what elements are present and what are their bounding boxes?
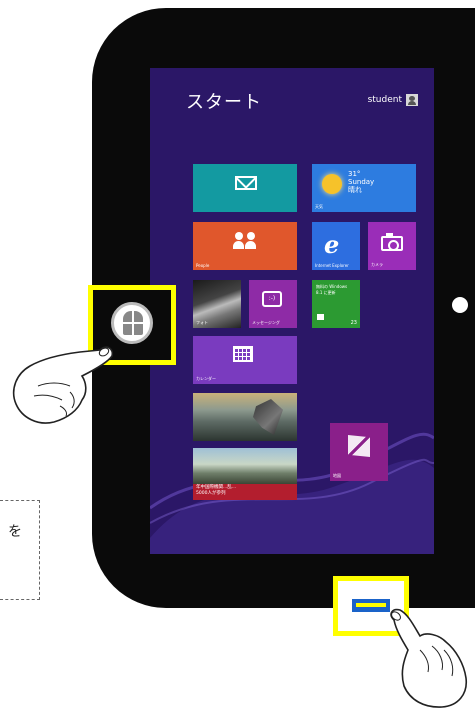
- weather-info: 31° Sunday 晴れ: [348, 170, 374, 194]
- tile-people[interactable]: People: [193, 222, 297, 270]
- camera-dot: [452, 297, 468, 313]
- callout-text: を: [8, 524, 22, 540]
- tile-label: 地図: [333, 473, 341, 478]
- internet-explorer-icon: e: [324, 230, 340, 259]
- tile-label: メッセージング: [252, 320, 280, 325]
- tile-camera[interactable]: カメラ: [368, 222, 416, 270]
- calendar-icon: [233, 346, 253, 362]
- pointing-hand-icon: [390, 608, 467, 708]
- tile-mail[interactable]: [193, 164, 297, 212]
- tile-photos[interactable]: フォト: [193, 280, 241, 328]
- messaging-icon: :-): [262, 291, 282, 307]
- weather-temp: 31°: [348, 170, 361, 178]
- mail-icon: [235, 176, 257, 190]
- tile-calendar[interactable]: カレンダー: [193, 336, 297, 384]
- tile-label: Internet Explorer: [315, 263, 349, 268]
- tile-label: カメラ: [371, 262, 383, 267]
- people-icon: [233, 232, 257, 250]
- tile-internet-explorer[interactable]: e Internet Explorer: [312, 222, 360, 270]
- tile-messaging[interactable]: :-) メッセージング: [249, 280, 297, 328]
- tile-label: フォト: [196, 320, 208, 325]
- tile-label: 天気: [315, 204, 323, 209]
- weather-day: Sunday: [348, 178, 375, 186]
- store-badge: 23: [350, 320, 357, 326]
- tile-label: カレンダー: [196, 376, 216, 381]
- desktop-image: [193, 393, 297, 441]
- user-avatar-icon: [406, 94, 418, 106]
- news-line2: 5000人が参列: [196, 491, 226, 496]
- maps-icon: [348, 435, 370, 457]
- news-caption-bar: 年中国際機関...乱... 5000人が参列: [193, 484, 297, 500]
- start-screen: スタート student 31° Sunday 晴れ 天気 People e I…: [150, 68, 434, 554]
- tile-weather[interactable]: 31° Sunday 晴れ 天気: [312, 164, 416, 212]
- instruction-callout: を: [0, 500, 40, 600]
- weather-cond: 晴れ: [348, 186, 362, 194]
- tile-maps[interactable]: 地図: [330, 423, 388, 481]
- sun-icon: [322, 174, 342, 194]
- user-name: student: [367, 95, 402, 105]
- tile-news[interactable]: 年中国際機関...乱... 5000人が参列: [193, 448, 297, 500]
- news-text: 年中国際機関...乱... 5000人が参列: [196, 485, 236, 497]
- store-text: 無料の Windows 8.1 に更新: [316, 284, 347, 296]
- pointing-hand-icon: [12, 346, 114, 424]
- store-bag-icon: [317, 314, 324, 320]
- news-image: [193, 448, 297, 484]
- tablet-bezel-edge: [470, 8, 475, 608]
- tile-desktop[interactable]: [193, 393, 297, 441]
- user-account[interactable]: student: [368, 94, 418, 106]
- camera-icon: [381, 233, 403, 251]
- tile-label: People: [196, 263, 210, 268]
- tile-store[interactable]: 無料の Windows 8.1 に更新 23: [312, 280, 360, 328]
- start-title: スタート: [186, 92, 262, 113]
- store-line2: 8.1 に更新: [316, 290, 336, 295]
